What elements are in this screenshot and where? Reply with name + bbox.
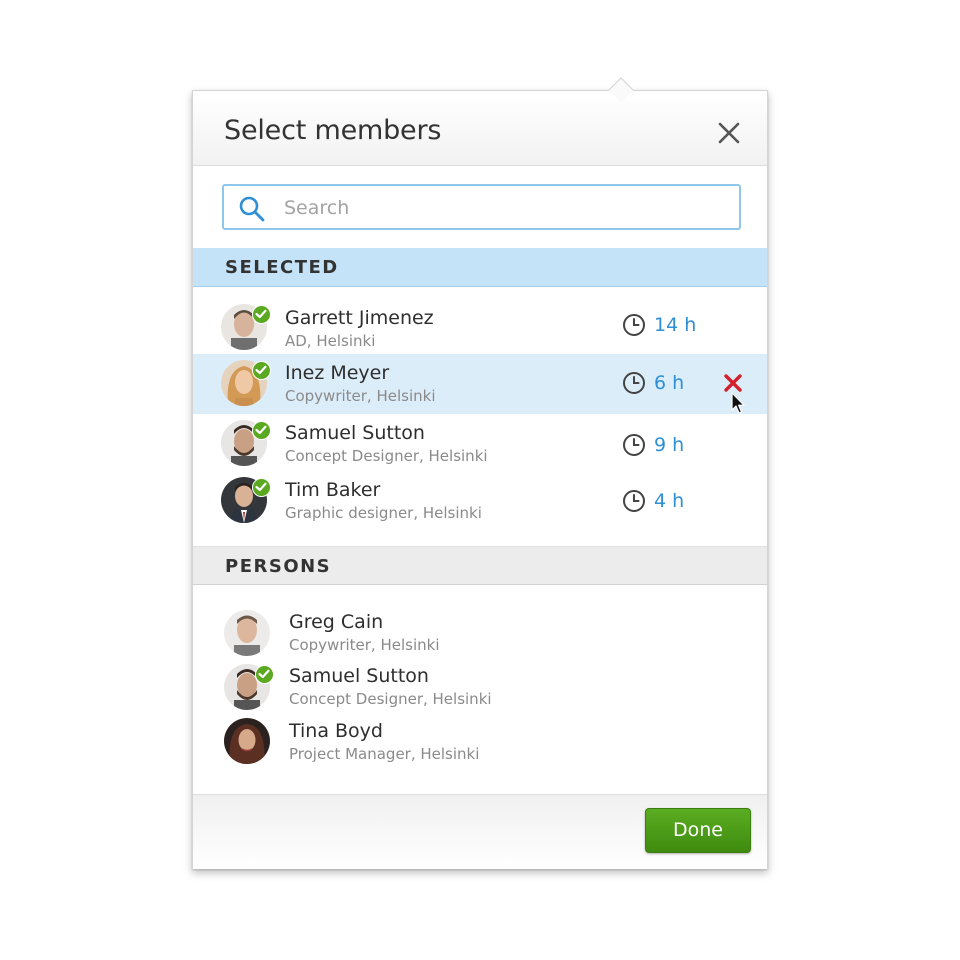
member-subtitle: Graphic designer, Helsinki [285,504,482,522]
person-subtitle: Project Manager, Helsinki [289,745,480,763]
select-members-dialog: Select members SELECTED Garrett Jimenez … [192,90,768,869]
selected-member-row-highlighted[interactable]: Inez Meyer Copywriter, Helsinki 6 h [193,354,767,414]
person-row[interactable]: Greg Cain Copywriter, Helsinki [193,606,767,664]
hours-value[interactable]: 4 h [654,490,684,512]
dialog-title: Select members [224,115,442,146]
search-field[interactable] [222,184,741,230]
member-name: Samuel Sutton [285,422,425,444]
member-name: Tim Baker [285,479,381,501]
dialog-footer: Done [193,794,767,869]
member-name: Garrett Jimenez [285,307,434,329]
clock-icon [623,434,645,456]
check-icon [255,665,274,684]
check-icon [252,361,271,380]
avatar [224,718,270,764]
person-row[interactable]: Tina Boyd Project Manager, Helsinki [193,715,767,773]
selected-member-row[interactable]: Tim Baker Graphic designer, Helsinki 4 h [193,471,767,529]
hours-value[interactable]: 6 h [654,372,684,394]
member-subtitle: Copywriter, Helsinki [285,387,436,405]
mouse-pointer-icon [731,392,745,414]
selected-member-row[interactable]: Samuel Sutton Concept Designer, Helsinki… [193,414,767,472]
hours-value[interactable]: 14 h [654,314,696,336]
check-icon [252,478,271,497]
persons-section-header: PERSONS [193,546,767,585]
clock-icon [623,490,645,512]
member-subtitle: Concept Designer, Helsinki [285,447,488,465]
person-row[interactable]: Samuel Sutton Concept Designer, Helsinki [193,660,767,718]
person-subtitle: Concept Designer, Helsinki [289,690,492,708]
search-input[interactable] [284,194,724,222]
check-icon [252,305,271,324]
search-icon [239,196,265,222]
check-icon [252,421,271,440]
person-subtitle: Copywriter, Helsinki [289,636,440,654]
done-button[interactable]: Done [645,808,751,853]
person-name: Tina Boyd [289,720,383,742]
dialog-header: Select members [193,91,767,166]
person-name: Greg Cain [289,611,384,633]
clock-icon [623,372,645,394]
selected-member-row[interactable]: Garrett Jimenez AD, Helsinki 14 h [193,289,767,350]
person-name: Samuel Sutton [289,665,429,687]
member-name: Inez Meyer [285,362,390,384]
hours-value[interactable]: 9 h [654,434,684,456]
avatar [224,610,270,656]
clock-icon [623,314,645,336]
selected-section-header: SELECTED [193,248,767,287]
remove-icon[interactable] [723,373,743,393]
member-subtitle: AD, Helsinki [285,332,376,350]
close-icon[interactable] [715,119,743,147]
